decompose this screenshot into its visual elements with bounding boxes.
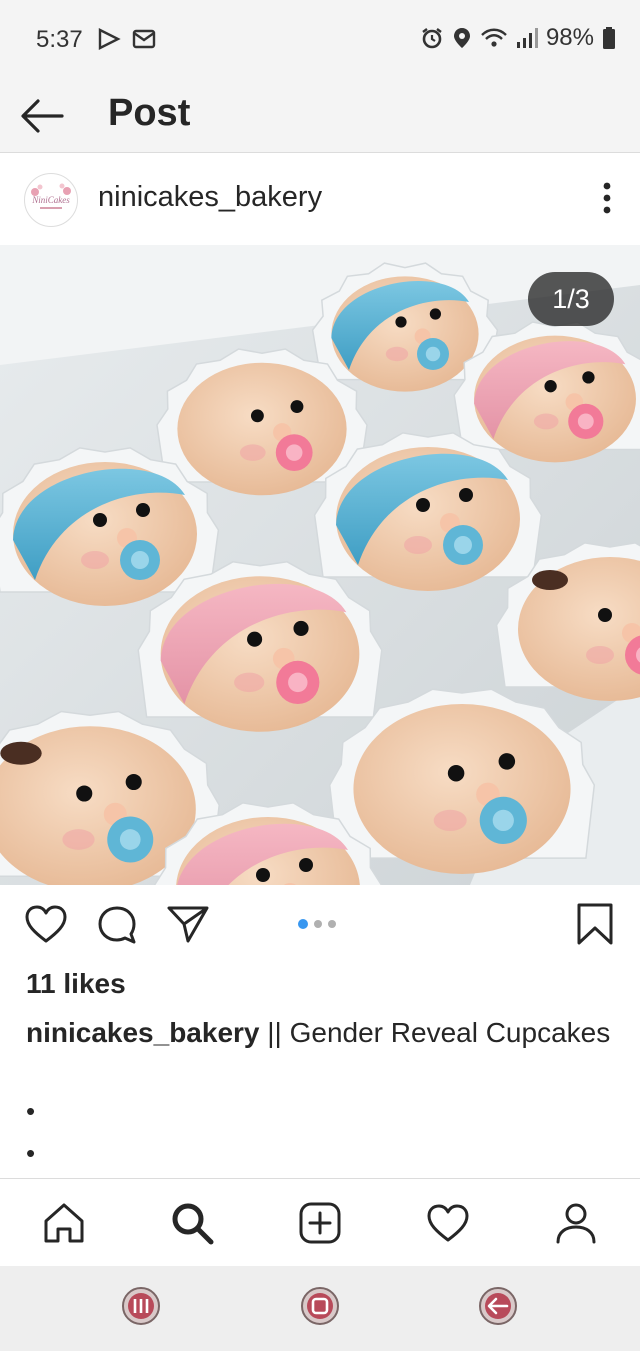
post-photo[interactable] bbox=[0, 245, 640, 885]
bottom-nav bbox=[0, 1178, 640, 1267]
recent-apps-icon[interactable] bbox=[121, 1286, 161, 1326]
mail-icon bbox=[132, 29, 156, 49]
share-icon[interactable] bbox=[166, 904, 210, 944]
caption-bullet: • bbox=[26, 1138, 36, 1168]
profile-icon[interactable] bbox=[554, 1201, 598, 1245]
caption-text: || Gender Reveal Cupcakes bbox=[259, 1017, 611, 1048]
post-caption: ninicakes_bakery || Gender Reveal Cupcak… bbox=[26, 1012, 616, 1054]
location-icon bbox=[453, 28, 470, 48]
status-bar: 5:37 98% bbox=[0, 0, 640, 80]
comment-icon[interactable] bbox=[96, 904, 138, 946]
like-heart-icon[interactable] bbox=[24, 904, 68, 944]
avatar-logo-text: NiniCakes bbox=[31, 195, 70, 205]
alarm-icon bbox=[422, 28, 442, 49]
battery-percent: 98% bbox=[545, 24, 594, 51]
home-button-icon[interactable] bbox=[300, 1286, 340, 1326]
avatar[interactable]: NiniCakes bbox=[24, 173, 78, 227]
home-icon[interactable] bbox=[42, 1201, 86, 1245]
post-username[interactable]: ninicakes_bakery bbox=[98, 181, 322, 214]
status-time: 5:37 bbox=[36, 26, 83, 53]
page-title: Post bbox=[108, 92, 191, 134]
signal-icon bbox=[516, 28, 538, 48]
carousel-dot bbox=[314, 920, 322, 928]
add-post-icon[interactable] bbox=[298, 1201, 342, 1245]
carousel-dot bbox=[328, 920, 336, 928]
play-store-icon bbox=[98, 28, 121, 50]
carousel-counter: 1/3 bbox=[528, 272, 614, 326]
caption-bullet: • bbox=[26, 1096, 36, 1126]
caption-username[interactable]: ninicakes_bakery bbox=[26, 1017, 260, 1048]
back-button-icon[interactable] bbox=[478, 1286, 518, 1326]
search-icon[interactable] bbox=[170, 1201, 214, 1245]
more-options-icon[interactable] bbox=[602, 181, 612, 215]
wifi-icon bbox=[481, 28, 507, 47]
post-header: Post bbox=[0, 80, 640, 153]
bookmark-icon[interactable] bbox=[576, 902, 614, 946]
system-nav-bar bbox=[0, 1266, 640, 1351]
likes-count[interactable]: 11 likes bbox=[26, 968, 126, 1000]
post-user-row: NiniCakes ninicakes_bakery bbox=[0, 153, 640, 245]
carousel-indicator bbox=[298, 919, 336, 929]
battery-icon bbox=[603, 27, 615, 49]
carousel-dot bbox=[298, 919, 308, 929]
back-arrow-icon[interactable] bbox=[18, 96, 66, 136]
activity-heart-icon[interactable] bbox=[426, 1203, 470, 1243]
